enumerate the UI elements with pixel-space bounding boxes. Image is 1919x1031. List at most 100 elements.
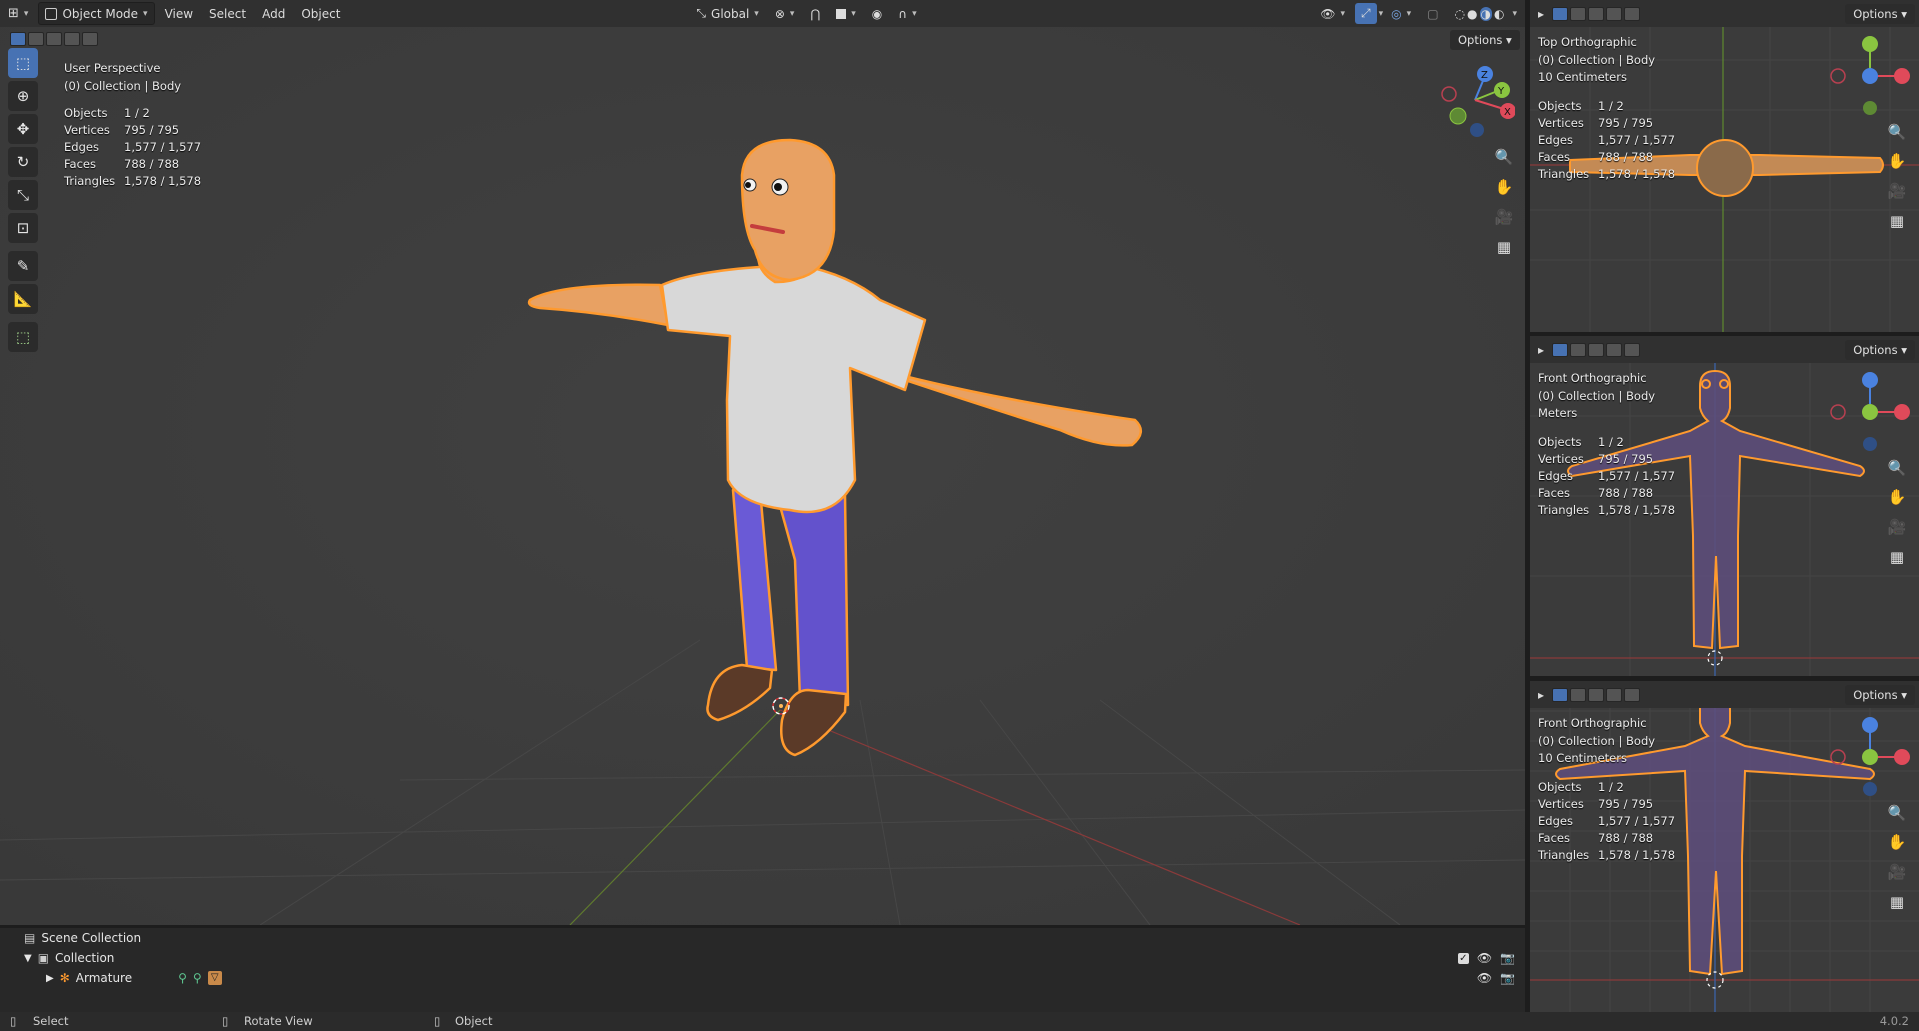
- select-extend-icon[interactable]: [28, 32, 44, 46]
- side-view-header: ▸ Options ▾: [1530, 681, 1919, 708]
- menu-view[interactable]: View: [157, 7, 201, 21]
- menu-select[interactable]: Select: [201, 7, 254, 21]
- shading-modes[interactable]: ◌ ● ◑ ◐: [1449, 3, 1511, 24]
- ortho-toggle-button[interactable]: ▦: [1885, 890, 1909, 914]
- zoom-button[interactable]: 🔍: [1885, 120, 1909, 144]
- bone-icon[interactable]: ⚲: [193, 971, 202, 985]
- pan-button[interactable]: ✋: [1885, 485, 1909, 509]
- ortho-toggle-button[interactable]: ▦: [1885, 209, 1909, 233]
- select-extend-icon[interactable]: [1570, 6, 1587, 21]
- options-dropdown[interactable]: Options ▾: [1845, 684, 1915, 705]
- pan-button[interactable]: ✋: [1492, 175, 1516, 199]
- options-dropdown[interactable]: Options ▾: [1845, 3, 1915, 24]
- navigation-gizmo[interactable]: [1830, 713, 1910, 798]
- selection-mode-buttons[interactable]: [1552, 687, 1641, 702]
- camera-view-button[interactable]: 🎥: [1885, 179, 1909, 203]
- ortho-toggle-button[interactable]: ▦: [1885, 545, 1909, 569]
- select-extend-icon[interactable]: [1570, 687, 1587, 702]
- select-subtract-icon[interactable]: [46, 32, 62, 46]
- select-intersect-icon[interactable]: [1624, 687, 1641, 702]
- proportional-edit-toggle[interactable]: ◉: [866, 3, 888, 24]
- rotate-tool[interactable]: ↻: [8, 147, 38, 177]
- camera-view-button[interactable]: 🎥: [1492, 205, 1516, 229]
- armature-label: Armature: [75, 971, 133, 985]
- navigation-gizmo[interactable]: [1830, 368, 1910, 453]
- editor-type-button[interactable]: ▸: [1532, 3, 1550, 24]
- camera-view-button[interactable]: 🎥: [1885, 860, 1909, 884]
- transform-orientation-select[interactable]: ⤡ Global ▾: [690, 3, 764, 24]
- transform-tool[interactable]: ⊡: [8, 213, 38, 243]
- select-intersect-icon[interactable]: [1624, 342, 1641, 357]
- add-cube-tool[interactable]: ⬚: [8, 322, 38, 352]
- mode-select[interactable]: Object Mode ▾: [38, 2, 155, 25]
- options-dropdown[interactable]: Options ▾: [1845, 339, 1915, 360]
- visibility-button[interactable]: 👁 ▾: [1314, 3, 1351, 24]
- pivot-point-button[interactable]: ⊗ ▾: [769, 3, 801, 24]
- camera-view-button[interactable]: 🎥: [1885, 515, 1909, 539]
- outliner-collection[interactable]: ▼ ▣ Collection ✓ 👁 📷: [0, 948, 1525, 968]
- expand-arrow-icon[interactable]: ▼: [24, 953, 32, 964]
- side-viewport-front-2[interactable]: ▸ Options ▾ Front Orthographic (0) Colle…: [1530, 681, 1919, 1012]
- select-box-tool[interactable]: ⬚: [8, 48, 38, 78]
- gizmo-toggle[interactable]: ⤢: [1355, 3, 1377, 24]
- overlays-toggle[interactable]: ◎ ▾: [1385, 3, 1417, 24]
- pan-button[interactable]: ✋: [1885, 149, 1909, 173]
- select-invert-icon[interactable]: [1606, 342, 1623, 357]
- select-invert-icon[interactable]: [64, 32, 80, 46]
- select-new-icon[interactable]: [1552, 342, 1569, 357]
- outliner-armature[interactable]: ▶ ✻ Armature ⚲ ⚲ ▽ 👁 📷: [0, 968, 1525, 988]
- stat-value: 788 / 788: [1598, 831, 1654, 845]
- cursor-tool[interactable]: ⊕: [8, 81, 38, 111]
- options-dropdown[interactable]: Options ▾: [1450, 30, 1520, 50]
- editor-type-button[interactable]: ⊞ ▾: [2, 3, 34, 24]
- mesh-modifier-icon[interactable]: ▽: [207, 971, 222, 985]
- zoom-button[interactable]: 🔍: [1885, 456, 1909, 480]
- snap-target-button[interactable]: ▾: [830, 3, 862, 24]
- select-subtract-icon[interactable]: [1588, 342, 1605, 357]
- select-intersect-icon[interactable]: [1624, 6, 1641, 21]
- options-label: Options: [1853, 342, 1898, 357]
- pose-icon[interactable]: ⚲: [178, 971, 187, 985]
- camera-icon[interactable]: 📷: [1500, 971, 1515, 985]
- eye-icon[interactable]: 👁: [1477, 971, 1492, 985]
- side-viewport-front-1[interactable]: ▸ Options ▾ Front Orthographic (0) Colle…: [1530, 336, 1919, 676]
- select-extend-icon[interactable]: [1570, 342, 1587, 357]
- select-intersect-icon[interactable]: [82, 32, 98, 46]
- scale-tool[interactable]: ⤡: [8, 180, 38, 210]
- editor-type-button[interactable]: ▸: [1532, 339, 1550, 360]
- zoom-icon: 🔍: [1494, 148, 1514, 166]
- measure-tool[interactable]: 📐: [8, 284, 38, 314]
- select-invert-icon[interactable]: [1606, 6, 1623, 21]
- eye-icon[interactable]: 👁: [1477, 951, 1492, 965]
- camera-icon[interactable]: 📷: [1500, 951, 1515, 965]
- xray-toggle[interactable]: ▢: [1421, 3, 1444, 24]
- select-new-icon[interactable]: [1552, 6, 1569, 21]
- editor-type-button[interactable]: ▸: [1532, 684, 1550, 705]
- expand-arrow-icon[interactable]: ▶: [46, 973, 54, 984]
- falloff-button[interactable]: ∩ ▾: [892, 3, 922, 24]
- select-subtract-icon[interactable]: [1588, 687, 1605, 702]
- navigation-gizmo[interactable]: [1830, 32, 1910, 117]
- side-viewport-top[interactable]: ▸ Options ▾ Top Orthographic (0) Collect…: [1530, 0, 1919, 332]
- character-model[interactable]: [0, 0, 1525, 925]
- zoom-button[interactable]: 🔍: [1492, 145, 1516, 169]
- pan-button[interactable]: ✋: [1885, 830, 1909, 854]
- selection-mode-buttons[interactable]: [10, 32, 98, 46]
- snap-toggle[interactable]: ⋂: [804, 3, 826, 24]
- outliner-scene-collection[interactable]: ▤ Scene Collection: [0, 928, 1525, 948]
- select-new-icon[interactable]: [1552, 687, 1569, 702]
- ortho-toggle-button[interactable]: ▦: [1492, 235, 1516, 259]
- select-new-icon[interactable]: [10, 32, 26, 46]
- exclude-checkbox[interactable]: ✓: [1457, 952, 1469, 964]
- navigation-gizmo[interactable]: Z Y X: [1435, 60, 1515, 140]
- select-subtract-icon[interactable]: [1588, 6, 1605, 21]
- zoom-button[interactable]: 🔍: [1885, 801, 1909, 825]
- annotate-tool[interactable]: ✎: [8, 251, 38, 281]
- menu-object[interactable]: Object: [293, 7, 348, 21]
- main-viewport[interactable]: ⊞ ▾ Object Mode ▾ View Select Add Object …: [0, 0, 1525, 925]
- select-invert-icon[interactable]: [1606, 687, 1623, 702]
- selection-mode-buttons[interactable]: [1552, 342, 1641, 357]
- move-tool[interactable]: ✥: [8, 114, 38, 144]
- menu-add[interactable]: Add: [254, 7, 293, 21]
- selection-mode-buttons[interactable]: [1552, 6, 1641, 21]
